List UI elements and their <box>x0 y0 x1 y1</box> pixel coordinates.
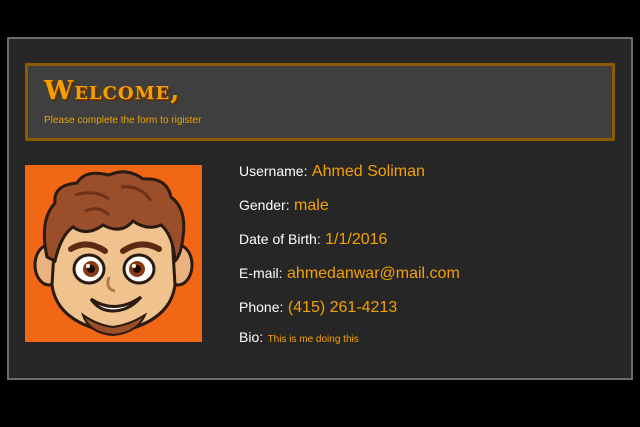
gender-row: Gender: male <box>239 197 329 215</box>
dob-label: Date of Birth: <box>239 231 321 247</box>
profile-card: Welcome, Please complete the form to rig… <box>7 37 633 380</box>
welcome-banner: Welcome, Please complete the form to rig… <box>25 63 615 141</box>
email-value: ahmedanwar@mail.com <box>287 265 460 282</box>
phone-label: Phone: <box>239 299 284 315</box>
avatar <box>25 165 202 342</box>
email-row: E-mail: ahmedanwar@mail.com <box>239 265 460 283</box>
welcome-title: Welcome, <box>44 76 181 106</box>
email-label: E-mail: <box>239 265 283 281</box>
bio-row: Bio: This is me doing this <box>239 329 359 347</box>
phone-row: Phone: (415) 261-4213 <box>239 299 397 317</box>
username-label: Username: <box>239 163 308 179</box>
phone-value: (415) 261-4213 <box>287 299 398 316</box>
welcome-subtitle: Please complete the form to rigister <box>44 115 202 126</box>
username-value: Ahmed Soliman <box>311 163 425 180</box>
username-row: Username: Ahmed Soliman <box>239 163 425 181</box>
gender-label: Gender: <box>239 197 290 213</box>
bio-value: This is me doing this <box>267 334 359 345</box>
dob-row: Date of Birth: 1/1/2016 <box>239 231 387 249</box>
dob-value: 1/1/2016 <box>325 231 388 248</box>
bio-label: Bio: <box>239 329 264 345</box>
cartoon-avatar-icon <box>33 170 194 337</box>
gender-value: male <box>294 197 329 214</box>
